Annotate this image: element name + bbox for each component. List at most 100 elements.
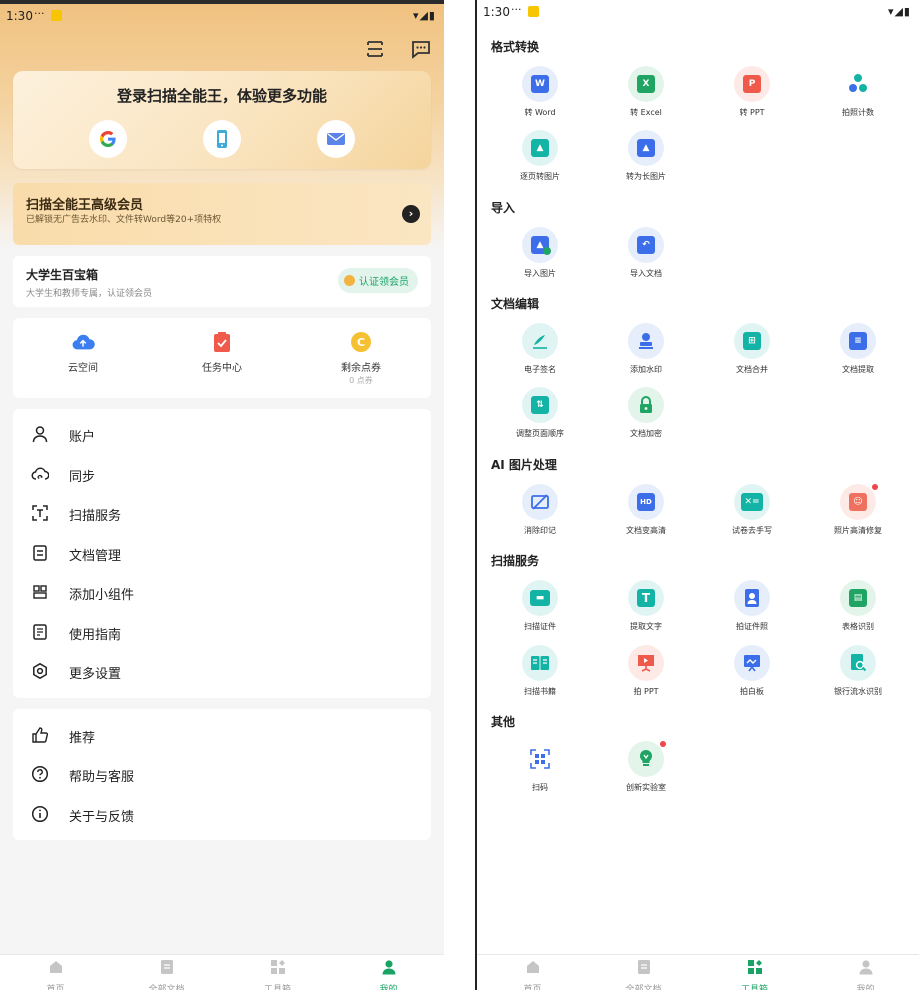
- status-time: 1:30: [6, 9, 33, 23]
- tool-extract-pages[interactable]: ≡ 文档提取: [808, 323, 908, 375]
- tool-scan-id[interactable]: ▬ 扫描证件: [490, 580, 590, 632]
- tool-to-excel[interactable]: X 转 Excel: [596, 66, 696, 118]
- tool-add-watermark[interactable]: 添加水印: [596, 323, 696, 375]
- menu-item-recommend[interactable]: 推荐: [13, 716, 431, 755]
- menu-item-document-management[interactable]: 文档管理: [13, 534, 431, 573]
- menu-item-user-guide[interactable]: 使用指南: [13, 613, 431, 652]
- tab-mine[interactable]: 我的: [810, 959, 919, 990]
- coupons-button[interactable]: C 剩余点券 0 点券: [311, 330, 411, 386]
- student-toolbox-card[interactable]: 大学生百宝箱 大学生和教师专属，认证领会员 认证领会员: [13, 256, 431, 307]
- tab-all-documents[interactable]: 全部文档: [111, 959, 222, 990]
- tool-import-image[interactable]: ▲ 导入图片: [490, 227, 590, 279]
- signature-pen-icon: [522, 323, 558, 359]
- tool-to-ppt[interactable]: P 转 PPT: [702, 66, 802, 118]
- section-other: 其他: [491, 715, 516, 729]
- email-login-button[interactable]: [317, 120, 355, 158]
- settings-menu-card: 账户 同步 扫描服务 文档管理 添加小组件 使用指南 更多设置: [13, 409, 431, 698]
- tool-page-to-image[interactable]: ▲ 逐页转图片: [490, 130, 590, 182]
- menu-item-more-settings[interactable]: 更多设置: [13, 652, 431, 691]
- tool-long-image[interactable]: ▲ 转为长图片: [596, 130, 696, 182]
- mail-icon: [327, 133, 345, 145]
- tab-toolbox[interactable]: 工具箱: [222, 959, 333, 990]
- menu-label: 帮助与客服: [69, 770, 135, 785]
- menu-label: 推荐: [69, 731, 96, 746]
- cloud-space-button[interactable]: 云空间: [33, 330, 133, 374]
- message-icon[interactable]: [410, 38, 432, 60]
- tab-all-documents[interactable]: 全部文档: [588, 959, 699, 990]
- phone-login-button[interactable]: [203, 120, 241, 158]
- menu-item-about[interactable]: 关于与反馈: [13, 795, 431, 834]
- chevron-right-icon[interactable]: ›: [402, 205, 420, 223]
- section-ai-image: AI 图片处理: [491, 458, 557, 472]
- statement-search-icon: [840, 645, 876, 681]
- verify-member-label: 认证领会员: [359, 277, 409, 288]
- tool-label: 添加水印: [630, 365, 662, 374]
- tool-label: 逐页转图片: [520, 172, 560, 181]
- login-card[interactable]: 登录扫描全能王，体验更多功能: [13, 71, 431, 169]
- watermark-stamp-icon: [628, 323, 664, 359]
- tool-reorder-pages[interactable]: ⇅ 调整页面顺序: [490, 387, 590, 439]
- tool-table-recognition[interactable]: ▤ 表格识别: [808, 580, 908, 632]
- tool-remove-marks[interactable]: 消除印记: [490, 484, 590, 536]
- tool-extract-text[interactable]: T 提取文字: [596, 580, 696, 632]
- tab-home[interactable]: 首页: [477, 959, 588, 990]
- scan-menu-icon[interactable]: [364, 38, 386, 60]
- tool-innovation-lab[interactable]: 创新实验室: [596, 741, 696, 793]
- tool-remove-handwriting[interactable]: ✕= 试卷去手写: [702, 484, 802, 536]
- screen-gap: [444, 0, 475, 990]
- tool-whiteboard[interactable]: 拍白板: [702, 645, 802, 697]
- thumbs-up-icon: [32, 727, 49, 743]
- tab-mine[interactable]: 我的: [333, 959, 444, 990]
- tab-toolbox[interactable]: 工具箱: [699, 959, 810, 990]
- lightbulb-icon: [628, 741, 666, 777]
- menu-label: 关于与反馈: [69, 810, 135, 825]
- tool-to-word[interactable]: W 转 Word: [490, 66, 590, 118]
- premium-title: 扫描全能王高级会员: [26, 198, 144, 213]
- info-icon: [31, 805, 49, 823]
- tool-id-photo[interactable]: 拍证件照: [702, 580, 802, 632]
- tool-label: 转 Word: [524, 108, 556, 117]
- tool-e-signature[interactable]: 电子签名: [490, 323, 590, 375]
- menu-item-help[interactable]: 帮助与客服: [13, 755, 431, 794]
- tab-home[interactable]: 首页: [0, 959, 111, 990]
- task-center-button[interactable]: 任务中心: [172, 330, 272, 374]
- merge-icon: ⊞: [734, 323, 770, 359]
- tool-label: 拍证件照: [736, 622, 768, 631]
- premium-member-banner[interactable]: 扫描全能王高级会员 已解锁无广告去水印、文件转Word等20+项特权 ›: [13, 183, 431, 245]
- tool-label: 扫码: [532, 783, 548, 792]
- document-icon: [33, 545, 47, 561]
- id-photo-icon: [734, 580, 770, 616]
- tool-label: 文档加密: [630, 429, 662, 438]
- coupons-count: 0 点券: [349, 376, 373, 385]
- tool-bank-statement[interactable]: 银行流水识别: [808, 645, 908, 697]
- menu-item-account[interactable]: 账户: [13, 415, 431, 454]
- hd-document-icon: HD: [628, 484, 664, 520]
- google-login-button[interactable]: [89, 120, 127, 158]
- cloud-upload-icon: [71, 330, 95, 354]
- menu-item-scan-services[interactable]: 扫描服务: [13, 494, 431, 533]
- tool-encrypt-document[interactable]: 文档加密: [596, 387, 696, 439]
- new-badge-dot: [872, 484, 878, 490]
- menu-label: 更多设置: [69, 667, 122, 682]
- notification-app-icon: [528, 6, 539, 17]
- tool-scan-code[interactable]: 扫码: [490, 741, 590, 793]
- home-icon: [526, 961, 539, 973]
- tool-label: 导入图片: [524, 269, 556, 278]
- verify-member-button[interactable]: 认证领会员: [338, 268, 418, 293]
- coin-icon: [344, 275, 355, 286]
- cloud-space-label: 云空间: [68, 363, 98, 374]
- menu-item-sync[interactable]: 同步: [13, 455, 431, 494]
- tool-capture-ppt[interactable]: 拍 PPT: [596, 645, 696, 697]
- extract-icon: ≡: [840, 323, 876, 359]
- status-bar: 1:30 ··· ▾◢▮: [0, 4, 444, 26]
- menu-item-add-widget[interactable]: 添加小组件: [13, 573, 431, 612]
- menu-label: 同步: [69, 470, 96, 485]
- tool-scan-book[interactable]: 扫描书籍: [490, 645, 590, 697]
- tool-import-document[interactable]: ↶ 导入文档: [596, 227, 696, 279]
- tool-photo-count[interactable]: 拍照计数: [808, 66, 908, 118]
- tool-photo-restore[interactable]: ☺ 照片高清修复: [808, 484, 908, 536]
- tool-enhance-document[interactable]: HD 文档变高清: [596, 484, 696, 536]
- premium-subtitle: 已解锁无广告去水印、文件转Word等20+项特权: [26, 215, 222, 225]
- coin-icon: C: [349, 330, 373, 354]
- tool-merge-documents[interactable]: ⊞ 文档合并: [702, 323, 802, 375]
